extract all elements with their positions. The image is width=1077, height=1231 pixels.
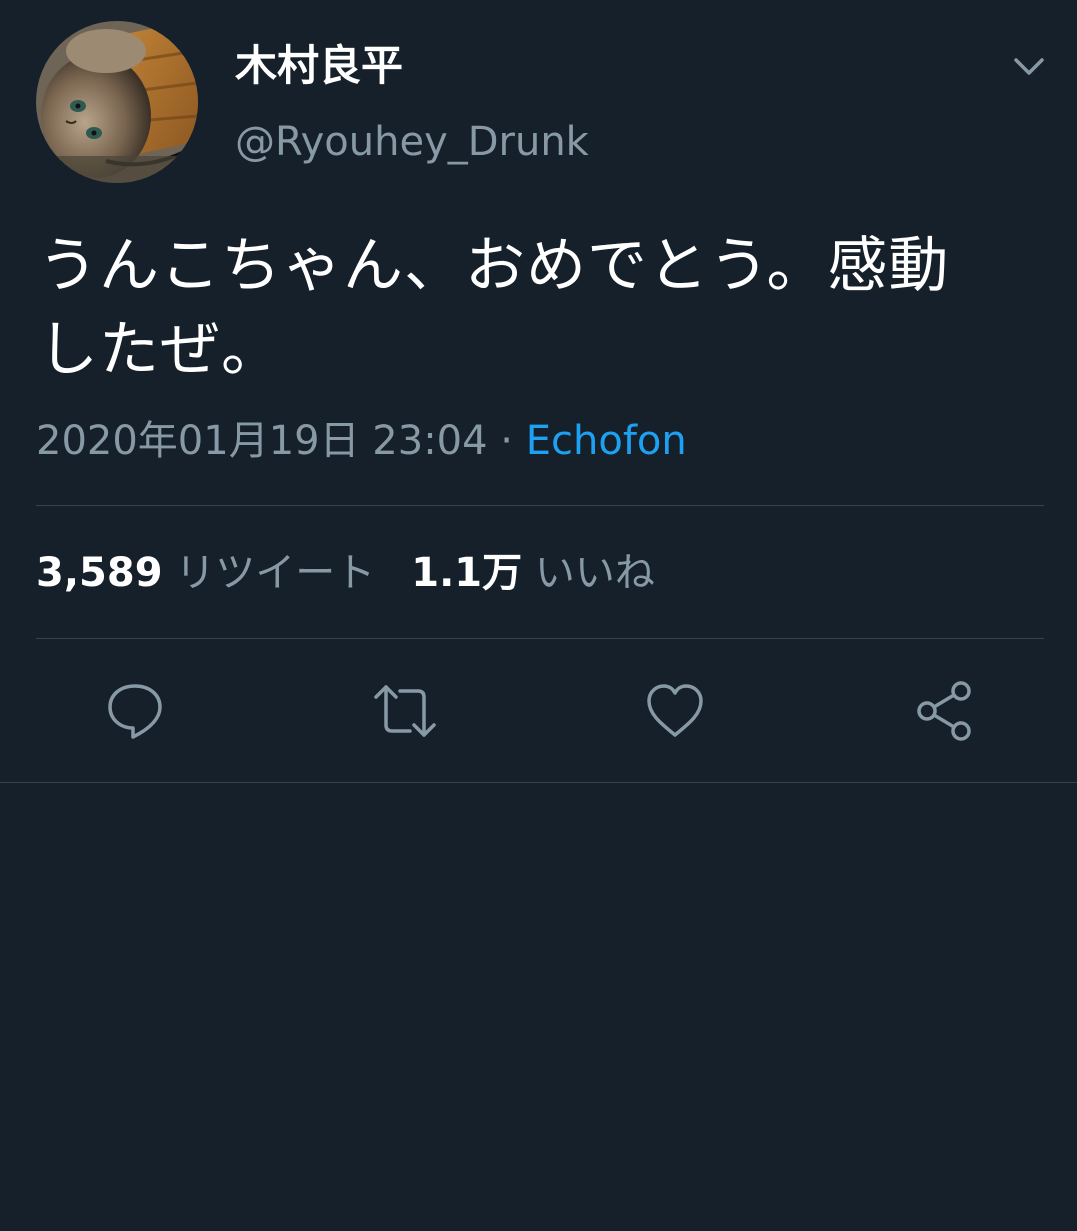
tweet-text-line: うんこちゃん、おめでとう。感動	[38, 231, 950, 301]
tweet-stats: 3,589 リツイート 1.1万 いいね	[36, 544, 655, 602]
divider	[36, 638, 1044, 639]
retweet-label[interactable]: リツイート	[175, 550, 375, 596]
avatar-image	[36, 21, 198, 183]
chevron-down-icon[interactable]	[1008, 46, 1050, 88]
reply-icon[interactable]	[105, 681, 165, 741]
like-count[interactable]: 1.1万	[411, 550, 522, 596]
meta-separator: ·	[487, 418, 526, 464]
tweet-source-link[interactable]: Echofon	[526, 418, 687, 464]
tweet-meta: 2020年01月19日 23:04 · Echofon	[36, 413, 687, 469]
share-icon[interactable]	[915, 681, 975, 741]
heart-icon[interactable]	[645, 681, 705, 741]
retweet-count[interactable]: 3,589	[36, 550, 163, 596]
like-label[interactable]: いいね	[535, 550, 655, 596]
tweet-text: うんこちゃん、おめでとう。感動 したぜ。	[38, 224, 1048, 392]
tweet-timestamp: 2020年01月19日 23:04	[36, 418, 488, 464]
tweet-text-line: したぜ。	[38, 315, 282, 385]
avatar[interactable]	[36, 21, 198, 183]
retweet-icon[interactable]	[372, 681, 436, 741]
tweet-detail-page: 木村良平 @Ryouhey_Drunk うんこちゃん、おめでとう。感動 したぜ。…	[0, 0, 1077, 1231]
user-handle[interactable]: @Ryouhey_Drunk	[235, 115, 589, 169]
divider	[36, 505, 1044, 506]
display-name[interactable]: 木村良平	[235, 38, 403, 94]
divider	[0, 782, 1077, 783]
